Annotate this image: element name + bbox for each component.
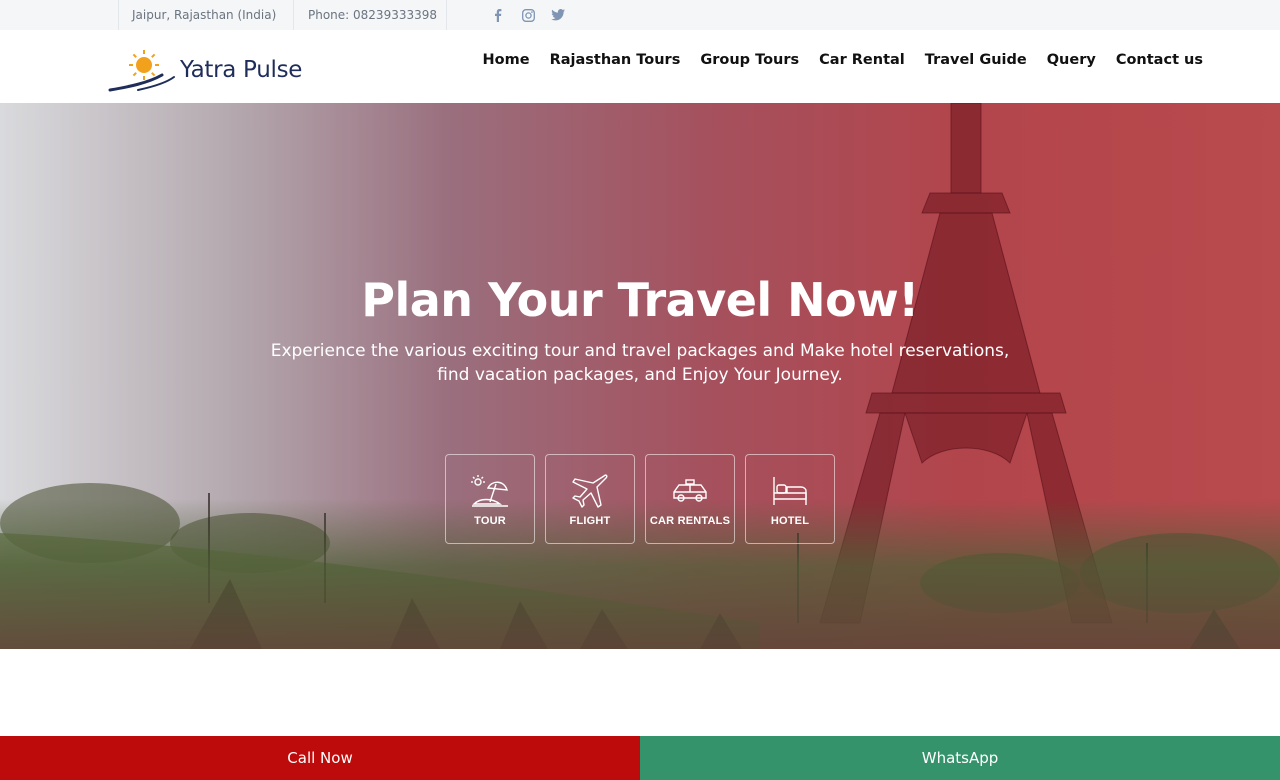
sun-road-logo <box>108 50 175 92</box>
facebook-icon[interactable] <box>490 7 506 23</box>
nav-travel-guide[interactable]: Travel Guide <box>925 52 1027 68</box>
twitter-icon[interactable] <box>550 7 566 23</box>
service-tour-button[interactable]: TOUR <box>445 454 535 544</box>
social-links <box>490 0 566 30</box>
bed-icon <box>770 473 810 509</box>
airplane-icon <box>570 473 610 509</box>
hero-title: Plan Your Travel Now! <box>361 273 919 327</box>
service-tiles: TOUR FLIGHT CAR RENTALS HOTEL <box>445 454 835 544</box>
nav-contact-us[interactable]: Contact us <box>1116 52 1203 68</box>
hero-subtitle-line-1: Experience the various exciting tour and… <box>270 341 1010 361</box>
brand-logo[interactable]: Yatra Pulse <box>108 47 308 93</box>
call-now-button[interactable]: Call Now <box>0 736 640 780</box>
taxi-icon <box>670 473 710 509</box>
nav-group-tours[interactable]: Group Tours <box>700 52 799 68</box>
nav-rajasthan-tours[interactable]: Rajasthan Tours <box>550 52 681 68</box>
service-car-rentals-button[interactable]: CAR RENTALS <box>645 454 735 544</box>
nav-car-rental[interactable]: Car Rental <box>819 52 905 68</box>
hero-subtitle: Experience the various exciting tour and… <box>240 339 1040 387</box>
service-hotel-label: HOTEL <box>770 515 810 527</box>
service-flight-button[interactable]: FLIGHT <box>545 454 635 544</box>
instagram-icon[interactable] <box>520 7 536 23</box>
whatsapp-button[interactable]: WhatsApp <box>640 736 1280 780</box>
hero-subtitle-line-2: find vacation packages, and Enjoy Your J… <box>437 365 843 385</box>
service-flight-label: FLIGHT <box>569 515 611 527</box>
location-text: Jaipur, Rajasthan (India) <box>118 0 294 30</box>
service-tour-label: TOUR <box>474 515 506 527</box>
phone-number[interactable]: Phone: 08239333398 <box>294 0 447 30</box>
nav-query[interactable]: Query <box>1047 52 1096 68</box>
top-info-bar: Jaipur, Rajasthan (India) Phone: 0823933… <box>0 0 1280 30</box>
beach-umbrella-icon <box>470 473 510 509</box>
site-header: Yatra Pulse Home Rajasthan Tours Group T… <box>0 30 1280 103</box>
fixed-action-bar: Call Now WhatsApp <box>0 736 1280 780</box>
service-hotel-button[interactable]: HOTEL <box>745 454 835 544</box>
service-car-rentals-label: CAR RENTALS <box>649 515 731 527</box>
main-nav: Home Rajasthan Tours Group Tours Car Ren… <box>483 30 1203 90</box>
hero-banner: Plan Your Travel Now! Experience the var… <box>0 103 1280 649</box>
brand-name: Yatra Pulse <box>180 57 303 83</box>
nav-home[interactable]: Home <box>483 52 530 68</box>
